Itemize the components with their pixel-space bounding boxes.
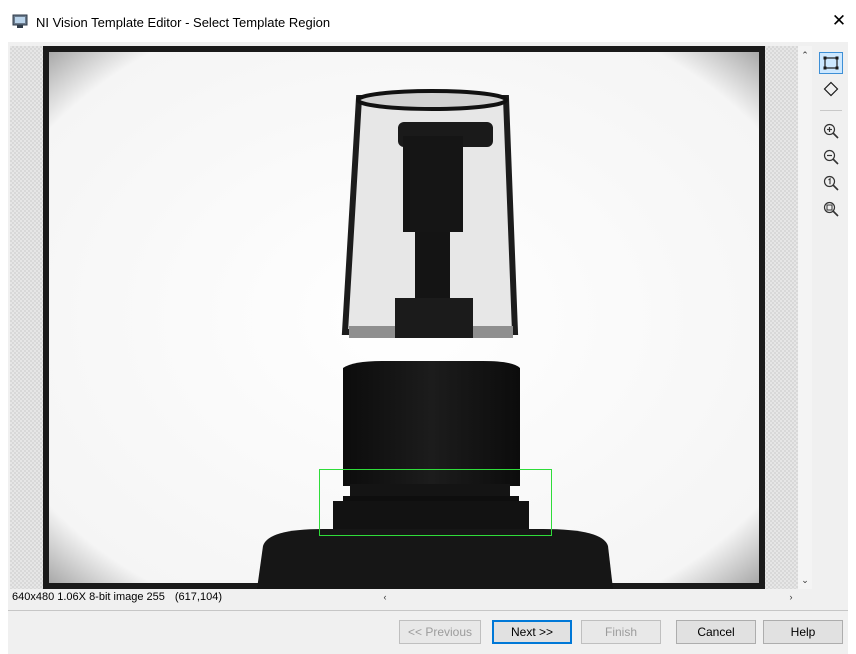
zoom-out-icon	[823, 149, 839, 165]
scroll-down-icon[interactable]: ⌄	[798, 573, 812, 587]
vertical-scrollbar[interactable]: ⌃ ⌄	[798, 46, 812, 589]
horizontal-scrollbar[interactable]: ‹ ›	[378, 589, 798, 606]
finish-button[interactable]: Finish	[581, 620, 661, 644]
zoom-in-tool[interactable]	[819, 120, 843, 142]
rectangle-icon	[823, 56, 839, 70]
scroll-right-icon[interactable]: ›	[784, 590, 798, 604]
ni-vision-app-icon	[12, 14, 28, 29]
zoom-fit-icon	[823, 201, 839, 217]
title-bar: NI Vision Template Editor - Select Templ…	[0, 0, 856, 42]
inspection-image	[43, 46, 765, 589]
window-title: NI Vision Template Editor - Select Templ…	[36, 15, 331, 30]
cancel-button[interactable]: Cancel	[676, 620, 756, 644]
toolbar-separator	[820, 110, 842, 111]
previous-button[interactable]: << Previous	[399, 620, 481, 644]
status-bar: 640x480 1.06X 8-bit image 255 (617,104) ‹…	[10, 589, 812, 606]
image-status: 640x480 1.06X 8-bit image 255 (617,104)	[12, 591, 222, 603]
rectangle-roi-tool[interactable]	[819, 52, 843, 74]
wizard-footer: << Previous Next >> Finish Cancel Help	[8, 610, 848, 654]
scroll-up-icon[interactable]: ⌃	[798, 48, 812, 62]
close-button[interactable]: ✕	[822, 6, 856, 36]
image-display[interactable]	[10, 46, 798, 589]
image-viewer: ⌃ ⌄ 640x480 1.06X 8-bit image 255 (617,10…	[10, 46, 812, 606]
zoom-in-icon	[823, 123, 839, 139]
footer-divider	[8, 610, 848, 611]
diamond-icon	[823, 81, 839, 97]
zoom-out-tool[interactable]	[819, 146, 843, 168]
zoom-fit-tool[interactable]	[819, 198, 843, 220]
zoom-1to1-tool[interactable]	[819, 172, 843, 194]
rotated-rectangle-roi-tool[interactable]	[819, 78, 843, 100]
zoom-actual-size-icon	[823, 175, 839, 191]
cursor-coordinates: (617,104)	[174, 591, 222, 603]
image-info: 640x480 1.06X 8-bit image 255	[12, 591, 165, 603]
next-button[interactable]: Next >>	[492, 620, 572, 644]
tool-palette	[812, 46, 848, 606]
help-button[interactable]: Help	[763, 620, 843, 644]
scroll-left-icon[interactable]: ‹	[378, 590, 392, 604]
close-icon: ✕	[831, 11, 847, 30]
